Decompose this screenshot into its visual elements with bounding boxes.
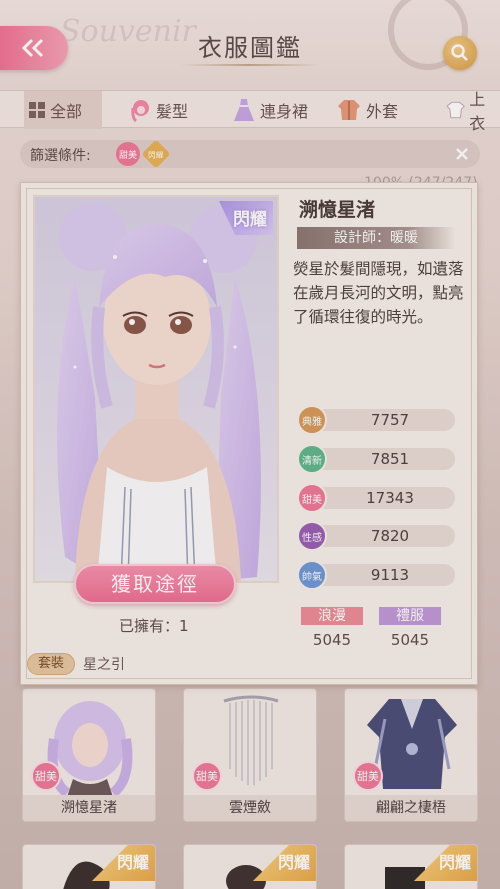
style-tag-badge: 甜美 bbox=[31, 761, 61, 791]
stat-sexy: 性感 7820 bbox=[297, 521, 455, 551]
search-icon bbox=[451, 44, 468, 61]
tab-label: 外套 bbox=[366, 102, 399, 121]
stat-elegant: 典雅 7757 bbox=[297, 405, 455, 435]
filter-clear-button[interactable] bbox=[452, 144, 472, 164]
filter-chip-sweet[interactable]: 甜美 bbox=[116, 142, 140, 166]
style-value-romantic: 5045 bbox=[312, 631, 352, 649]
dress-icon bbox=[234, 99, 254, 121]
hair-icon bbox=[131, 100, 149, 122]
stat-value: 9113 bbox=[370, 566, 410, 584]
set-info: 套裝 星之引 bbox=[27, 653, 125, 675]
set-name-link[interactable]: 星之引 bbox=[83, 654, 125, 674]
page-title: 衣服圖鑑 bbox=[198, 34, 302, 62]
tab-coat[interactable]: 外套 bbox=[336, 91, 416, 129]
top-icon bbox=[446, 101, 465, 119]
grid-item[interactable]: 閃耀 bbox=[22, 844, 156, 889]
title-divider bbox=[180, 64, 320, 66]
stat-icon-sweet: 甜美 bbox=[297, 483, 327, 513]
obtain-method-button[interactable]: 獲取途徑 bbox=[74, 564, 236, 604]
grid-item[interactable]: 甜美 雲煙斂 bbox=[183, 688, 317, 822]
style-value-formal: 5045 bbox=[390, 631, 430, 649]
stat-icon-elegant: 典雅 bbox=[297, 405, 327, 435]
stat-value: 7757 bbox=[370, 411, 410, 429]
grid-item-name: 雲煙斂 bbox=[184, 795, 316, 821]
grid-item[interactable]: 甜美 翩翩之棲梧 bbox=[344, 688, 478, 822]
item-name: 溯憶星渚 bbox=[299, 199, 376, 221]
stat-sweet: 甜美 17343 bbox=[297, 483, 455, 513]
grid-item-name: 溯憶星渚 bbox=[23, 795, 155, 821]
tab-label: 髮型 bbox=[156, 102, 189, 121]
filter-chip-text: 甜美 bbox=[118, 150, 137, 161]
tab-label: 上衣 bbox=[469, 90, 486, 133]
tab-dress[interactable]: 連身裙 bbox=[232, 91, 332, 129]
filter-chip-text: 閃耀 bbox=[148, 151, 164, 160]
tab-top[interactable]: 上衣 bbox=[446, 90, 500, 133]
owned-count: 已擁有：1 bbox=[119, 617, 189, 635]
item-portrait: 閃耀 bbox=[33, 195, 279, 583]
stat-icon-cool: 帥氣 bbox=[297, 560, 327, 590]
filter-chip-shine[interactable]: 閃耀 bbox=[141, 139, 171, 169]
style-tag-badge: 甜美 bbox=[192, 761, 222, 791]
style-tag-formal: 禮服 bbox=[379, 607, 441, 625]
stat-value: 17343 bbox=[366, 489, 414, 507]
grid-item[interactable]: 甜美 溯憶星渚 bbox=[22, 688, 156, 822]
category-tabs: 全部 髮型 連身裙 外套 上衣 bbox=[0, 90, 500, 133]
stat-value: 7851 bbox=[370, 450, 410, 468]
style-tag-badge: 甜美 bbox=[353, 761, 383, 791]
tab-label: 連身裙 bbox=[260, 102, 309, 121]
grid-item-name: 翩翩之棲梧 bbox=[345, 795, 477, 821]
grid-item[interactable]: 閃耀 bbox=[183, 844, 317, 889]
tab-hair[interactable]: 髮型 bbox=[130, 91, 210, 129]
portrait-image bbox=[35, 197, 277, 581]
item-description: 熒星於髮間隱現，如遺落在歲月長河的文明，點亮了循環往復的時光。 bbox=[293, 260, 464, 326]
set-tag: 套裝 bbox=[27, 653, 75, 675]
grid-item[interactable]: 閃耀 bbox=[344, 844, 478, 889]
stat-icon-fresh: 清新 bbox=[297, 444, 327, 474]
stat-fresh: 清新 7851 bbox=[297, 444, 455, 474]
shine-badge: 閃耀 bbox=[85, 845, 155, 881]
coat-icon bbox=[338, 100, 360, 120]
stat-cool: 帥氣 9113 bbox=[297, 560, 455, 590]
tab-all[interactable]: 全部 bbox=[24, 91, 102, 129]
close-icon bbox=[456, 148, 468, 160]
filter-bar: 篩選條件: 甜美 閃耀 bbox=[20, 139, 480, 169]
style-tag-romantic: 浪漫 bbox=[301, 607, 363, 625]
shine-badge: 閃耀 bbox=[407, 845, 477, 881]
shine-badge: 閃耀 bbox=[246, 845, 316, 881]
search-button[interactable] bbox=[443, 36, 477, 70]
stat-icon-sexy: 性感 bbox=[297, 521, 327, 551]
grid-icon bbox=[29, 102, 45, 118]
stat-value: 7820 bbox=[370, 527, 410, 545]
tab-label: 全部 bbox=[50, 102, 83, 121]
filter-label: 篩選條件: bbox=[30, 148, 91, 164]
item-detail-card: 閃耀 獲取途徑 已擁有：1 套裝 星之引 溯憶星渚 設計師：暖暖 熒星於髮間隱現… bbox=[20, 182, 478, 685]
designer-label: 設計師：暖暖 bbox=[297, 227, 455, 249]
